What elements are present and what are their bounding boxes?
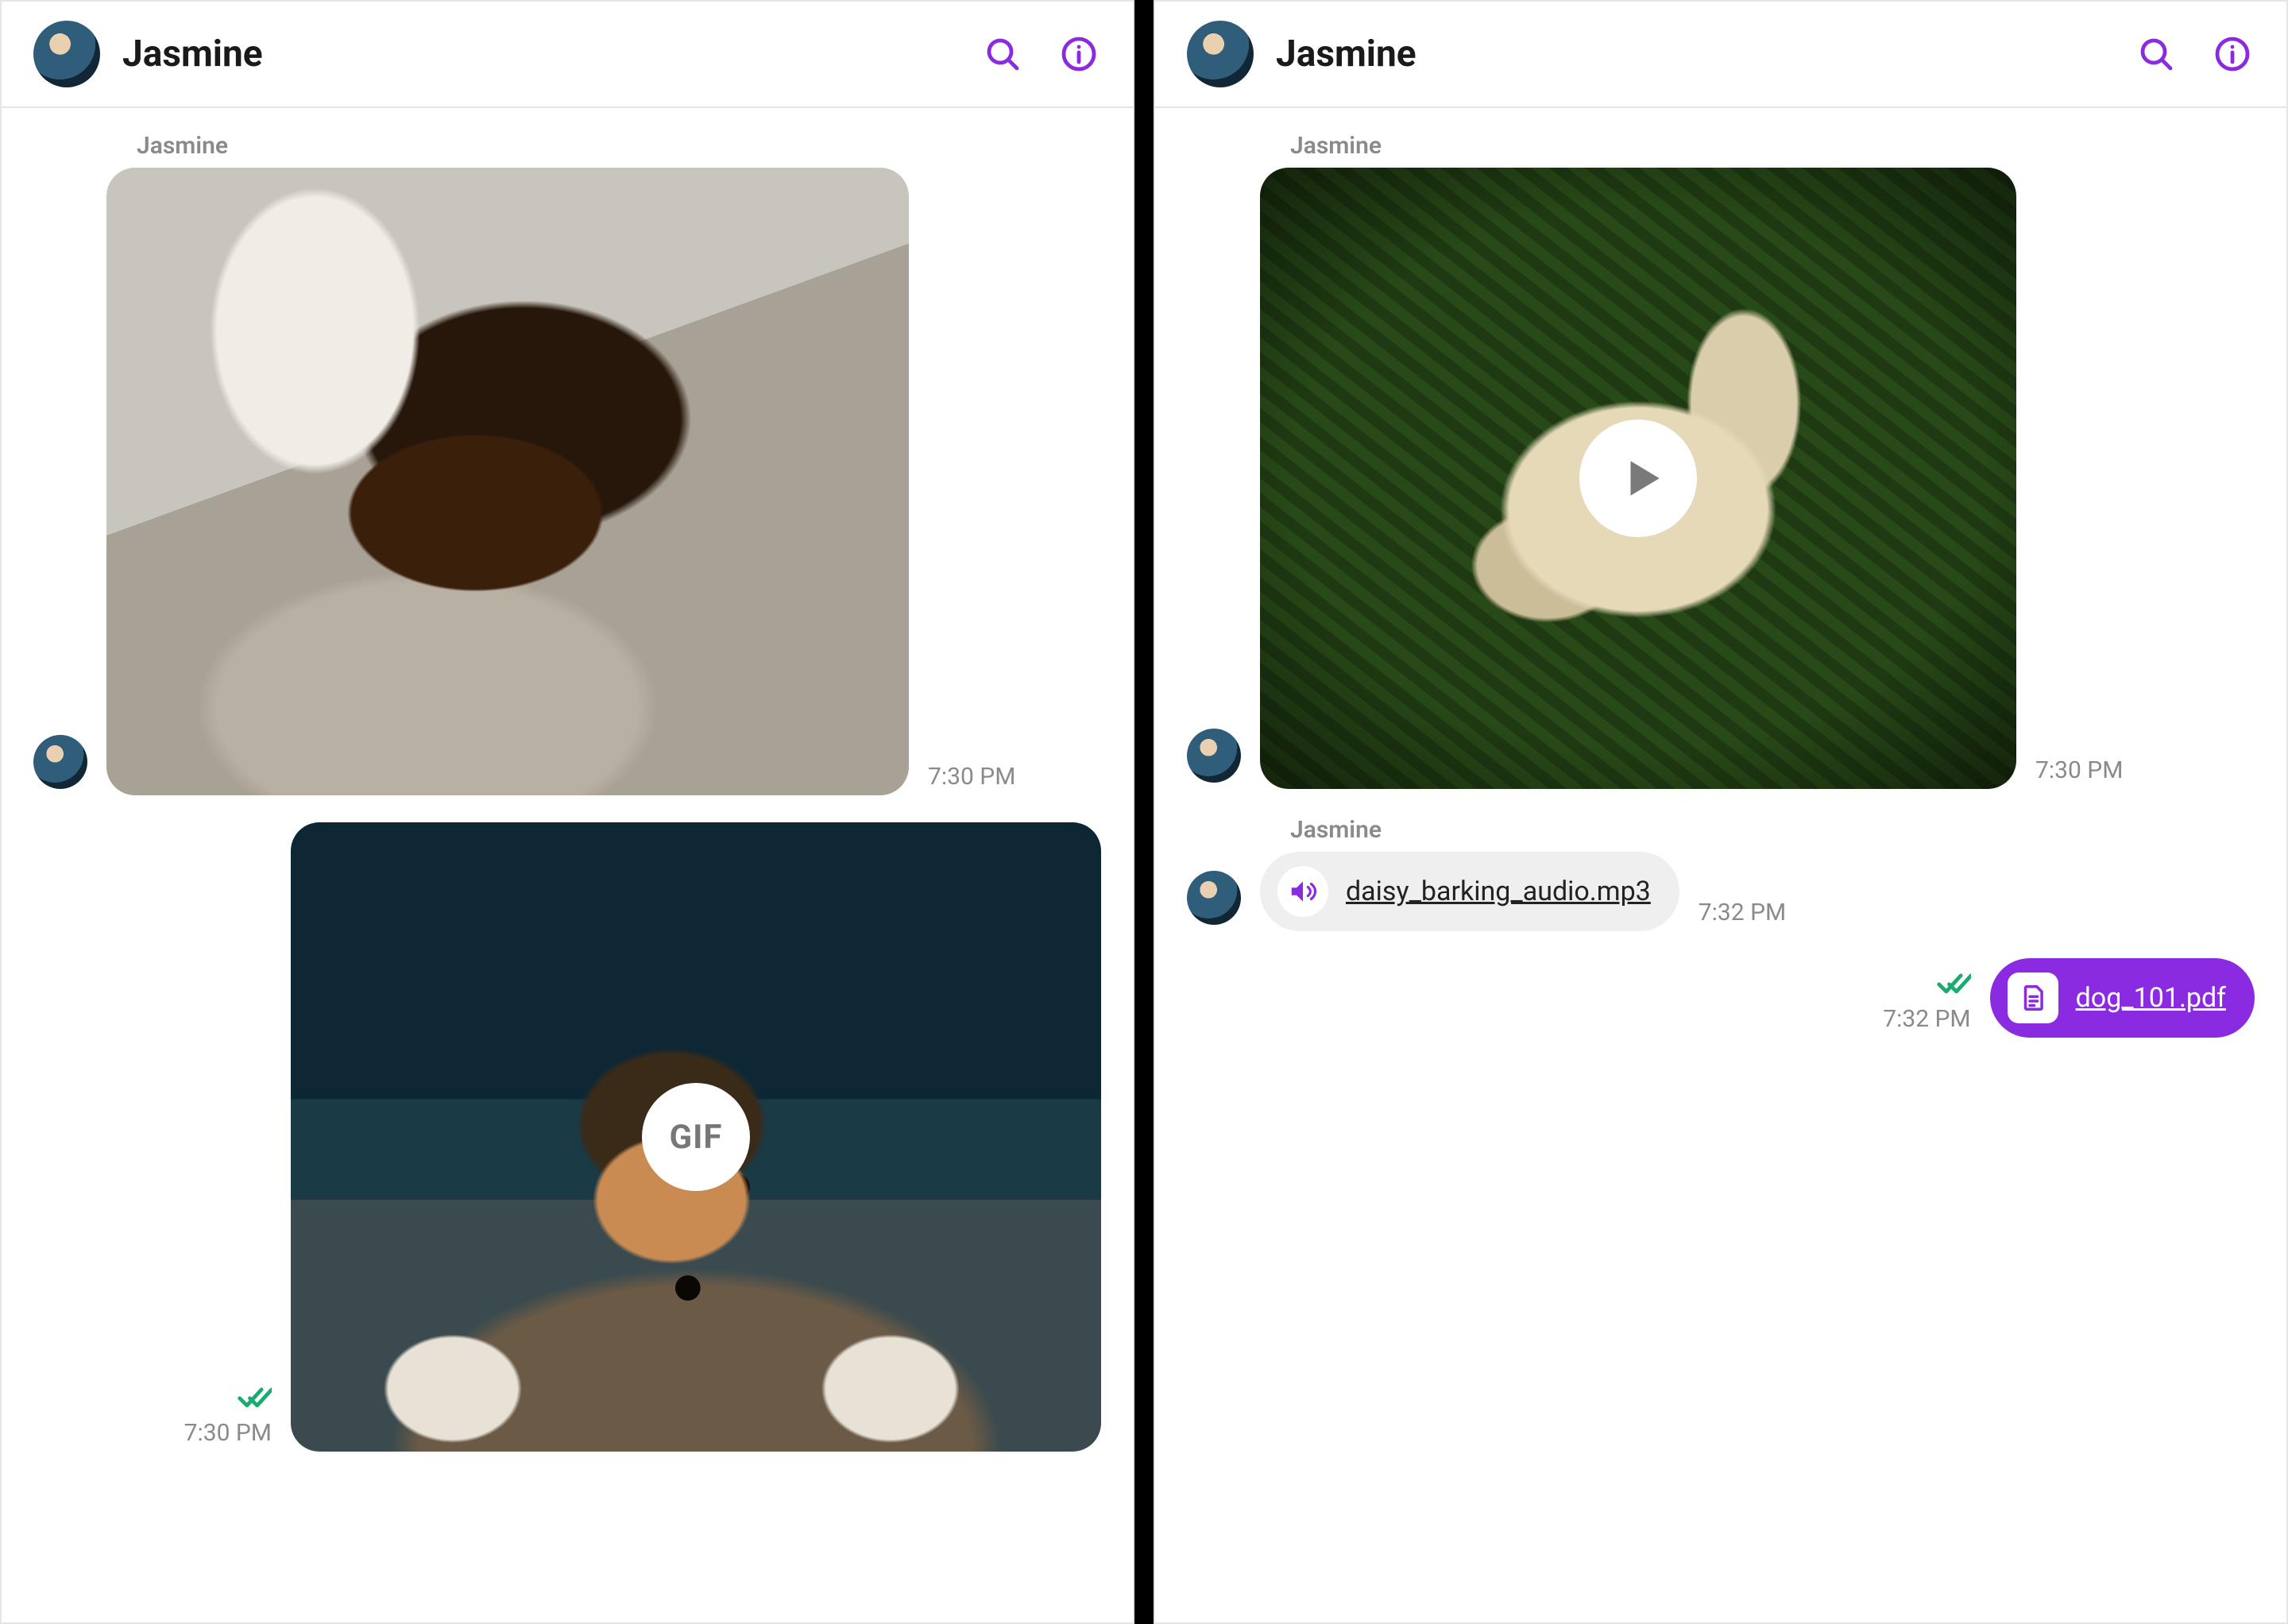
message-incoming-audio: Jasmine daisy_barking_audio.mp3 7:32 PM [1187, 816, 2255, 931]
speaker-icon [1277, 866, 1328, 917]
message-list: Jasmine 7:30 PM GIF 7:30 PM [2, 108, 1133, 1622]
chat-pane-right: Jasmine Jasmine 7:30 PM Jasmine [1154, 0, 2288, 1624]
message-outgoing-file: dog_101.pdf 7:32 PM [1187, 958, 2255, 1038]
timestamp: 7:32 PM [1699, 899, 1786, 926]
info-icon[interactable] [2210, 32, 2255, 76]
avatar[interactable] [1187, 21, 1254, 87]
sender-label: Jasmine [1290, 132, 2255, 160]
timestamp: 7:30 PM [2035, 756, 2123, 784]
audio-attachment[interactable]: daisy_barking_audio.mp3 [1260, 852, 1679, 931]
sender-label: Jasmine [137, 132, 1101, 160]
audio-filename: daisy_barking_audio.mp3 [1346, 876, 1651, 907]
timestamp: 7:30 PM [184, 1419, 272, 1447]
timestamp: 7:32 PM [1883, 1005, 1970, 1033]
avatar[interactable] [1187, 871, 1241, 925]
read-receipt-icon [237, 1379, 272, 1414]
gif-attachment[interactable]: GIF [291, 822, 1101, 1452]
sender-label: Jasmine [1290, 816, 2255, 844]
timestamp: 7:30 PM [928, 763, 1015, 791]
message-incoming-image: Jasmine 7:30 PM [33, 132, 1101, 795]
contact-name: Jasmine [1276, 33, 2102, 75]
message-list: Jasmine 7:30 PM Jasmine daisy [1155, 108, 2286, 1622]
video-attachment[interactable] [1260, 168, 2016, 789]
avatar[interactable] [1187, 729, 1241, 783]
gif-badge-label: GIF [670, 1118, 723, 1157]
search-icon[interactable] [2134, 32, 2178, 76]
read-receipt-icon [1936, 965, 1971, 1000]
message-incoming-video: Jasmine 7:30 PM [1187, 132, 2255, 789]
avatar[interactable] [33, 735, 87, 789]
chat-pane-left: Jasmine Jasmine 7:30 PM GIF [0, 0, 1134, 1624]
message-outgoing-gif: GIF 7:30 PM [33, 822, 1101, 1452]
image-attachment[interactable] [106, 168, 909, 795]
chat-header: Jasmine [1155, 2, 2286, 108]
play-icon [1579, 420, 1697, 537]
file-filename: dog_101.pdf [2076, 982, 2226, 1014]
document-icon [2008, 972, 2058, 1023]
file-attachment[interactable]: dog_101.pdf [1990, 958, 2255, 1038]
contact-name: Jasmine [122, 33, 949, 75]
info-icon[interactable] [1057, 32, 1101, 76]
chat-header: Jasmine [2, 2, 1133, 108]
search-icon[interactable] [980, 32, 1025, 76]
avatar[interactable] [33, 21, 100, 87]
gif-badge: GIF [642, 1083, 750, 1191]
